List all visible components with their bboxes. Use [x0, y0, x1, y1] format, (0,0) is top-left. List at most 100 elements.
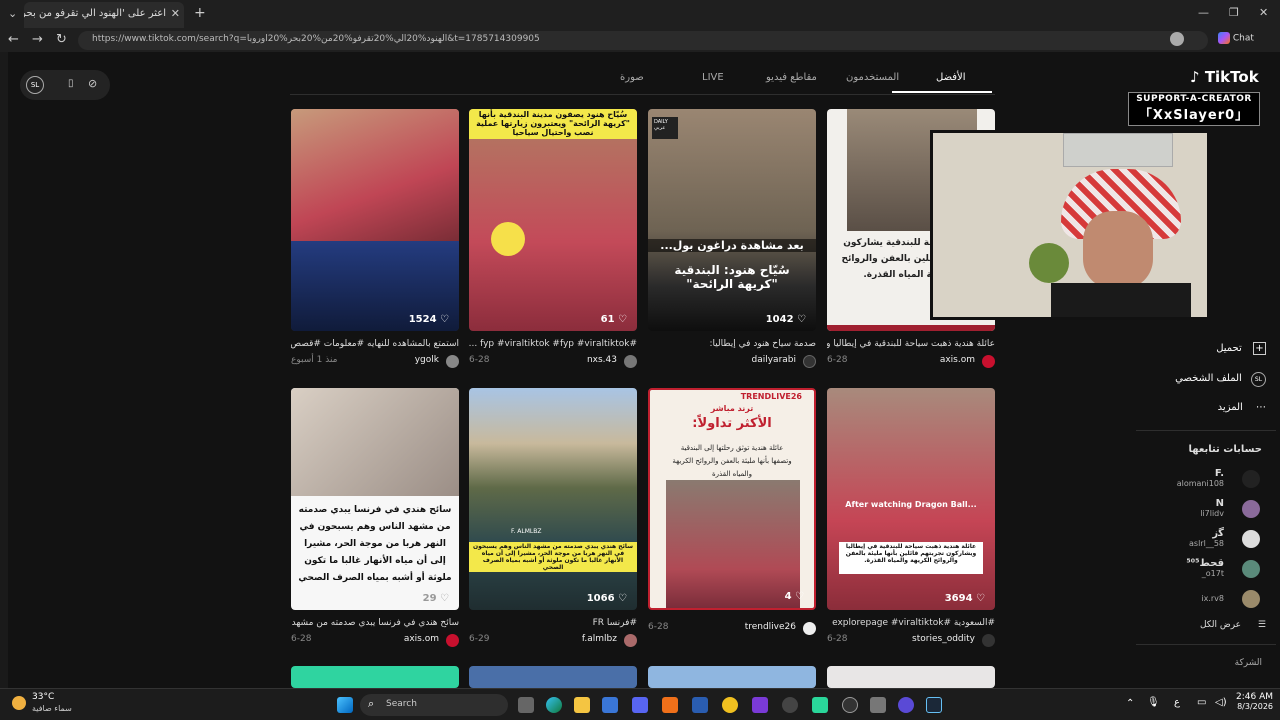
- tab-videos[interactable]: مقاطع فيديو: [766, 72, 817, 83]
- taskbar-search[interactable]: ⌕ Search: [360, 694, 508, 716]
- video-card[interactable]: F. ALMLBZ سائح هندي يبدي صدمته من مشهد ا…: [469, 388, 637, 610]
- phone-icon[interactable]: ▯: [68, 78, 74, 89]
- file-explorer-icon[interactable]: [574, 697, 590, 713]
- author-avatar[interactable]: [803, 622, 816, 635]
- app-icon-dark[interactable]: [782, 697, 798, 713]
- back-icon[interactable]: ←: [8, 32, 19, 47]
- tiktok-logo[interactable]: ♪ TikTok: [1190, 68, 1259, 86]
- webcam-plant: [1029, 243, 1069, 283]
- video-author[interactable]: trendlive26: [745, 622, 796, 632]
- video-card[interactable]: DAILY عربي بعد مشاهدة دراغون بول... سُيّ…: [648, 109, 816, 331]
- tray-chevron-icon[interactable]: ⌃: [1126, 698, 1134, 709]
- sidebar-item-more[interactable]: المزيد ⋯: [1218, 402, 1266, 413]
- followed-account[interactable]: N li7lidv: [1130, 498, 1280, 522]
- task-view-icon[interactable]: [518, 697, 534, 713]
- video-card[interactable]: [648, 666, 816, 688]
- settings-icon[interactable]: ⊘: [88, 77, 97, 90]
- floating-toolbar[interactable]: SL ▯ ⊘: [20, 70, 110, 100]
- sidebar: تحميل + الملف الشخصي SL المزيد ⋯ حسابات …: [1130, 322, 1280, 688]
- input-language[interactable]: ع: [1174, 697, 1180, 708]
- followed-account[interactable]: F. alomani108: [1130, 468, 1280, 492]
- tab-actions-icon[interactable]: ⌄: [8, 7, 17, 20]
- app-icon-blue[interactable]: [692, 697, 708, 713]
- account-name: N: [1215, 498, 1224, 509]
- discord-icon[interactable]: [632, 697, 648, 713]
- app-icon-green[interactable]: [812, 697, 828, 713]
- tab-close-icon[interactable]: ✕: [171, 7, 180, 20]
- author-avatar[interactable]: [446, 355, 459, 368]
- refresh-icon[interactable]: ↻: [56, 32, 67, 47]
- video-author[interactable]: axis.om: [404, 634, 439, 644]
- video-author[interactable]: axis.om: [940, 355, 975, 365]
- followed-account[interactable]: قحط⁵⁰⁵ _o17t: [1130, 558, 1280, 582]
- video-card[interactable]: 1524 ♡: [291, 109, 459, 331]
- author-avatar[interactable]: [982, 634, 995, 647]
- sidebar-item-upload[interactable]: تحميل +: [1216, 342, 1266, 355]
- copilot-button[interactable]: Chat: [1218, 32, 1254, 44]
- sidebar-item-profile[interactable]: الملف الشخصي SL: [1175, 372, 1266, 387]
- clock[interactable]: 2:46 AM 8/3/2026: [1233, 692, 1273, 711]
- search-icon: ⌕: [368, 697, 375, 710]
- video-caption[interactable]: صدمة سياح هنود في إيطاليا:: [648, 339, 816, 349]
- video-date: منذ 1 أسبوع: [291, 355, 338, 365]
- video-thumbnail: [291, 109, 459, 241]
- company-link[interactable]: الشركة: [1235, 658, 1262, 668]
- obs-icon[interactable]: [842, 697, 858, 713]
- followed-account[interactable]: ix.rv8: [1130, 588, 1280, 612]
- app-icon-orange[interactable]: [662, 697, 678, 713]
- forward-icon[interactable]: →: [32, 32, 43, 47]
- video-author[interactable]: f.almlbz: [582, 634, 617, 644]
- video-caption[interactable]: #السعودية #explorepage #viraltiktok: [827, 618, 995, 628]
- see-all-link[interactable]: عرض الكل ☰: [1200, 620, 1266, 630]
- app-icon-yellow[interactable]: [722, 697, 738, 713]
- author-avatar[interactable]: [982, 355, 995, 368]
- tab-photo[interactable]: صورة: [620, 72, 644, 83]
- author-avatar[interactable]: [803, 355, 816, 368]
- video-date: 6-29: [469, 634, 490, 644]
- app-icon-purple[interactable]: [752, 697, 768, 713]
- steam-icon[interactable]: [926, 697, 942, 713]
- tab-users[interactable]: المستخدمون: [846, 72, 899, 83]
- window-close-icon[interactable]: ✕: [1259, 6, 1268, 19]
- video-card[interactable]: After watching Dragon Ball... عائلة هندي…: [827, 388, 995, 610]
- settings-app-icon[interactable]: [870, 697, 886, 713]
- network-icon[interactable]: ▭: [1197, 697, 1206, 708]
- new-tab-icon[interactable]: +: [194, 5, 206, 21]
- author-avatar[interactable]: [624, 355, 637, 368]
- start-icon[interactable]: [337, 697, 353, 713]
- video-card[interactable]: سُيّاح هنود يصفون مدينة البندقية بأنها "…: [469, 109, 637, 331]
- video-author[interactable]: ygolk: [415, 355, 439, 365]
- edge-icon[interactable]: [546, 697, 562, 713]
- tab-live[interactable]: LIVE: [702, 72, 724, 83]
- video-caption[interactable]: #fyp #viraltiktok #fyp #viraltiktok ...: [469, 339, 637, 349]
- account-handle: li7lidv: [1200, 509, 1224, 518]
- profile-avatar[interactable]: [1170, 32, 1184, 46]
- author-avatar[interactable]: [624, 634, 637, 647]
- app-icon-circle[interactable]: [898, 697, 914, 713]
- address-input[interactable]: https://www.tiktok.com/search?q=الهنود%2…: [78, 31, 1208, 50]
- video-card[interactable]: [291, 666, 459, 688]
- video-caption[interactable]: عائلة هندية ذهبت سياحة للبندقية في إيطال…: [827, 339, 995, 349]
- microphone-icon[interactable]: 🎙: [1147, 697, 1160, 708]
- author-avatar[interactable]: [446, 634, 459, 647]
- minimize-icon[interactable]: —: [1198, 6, 1209, 19]
- video-card[interactable]: [469, 666, 637, 688]
- store-icon[interactable]: [602, 697, 618, 713]
- video-card[interactable]: TRENDLIVE26 ترند مباشر الأكثر تداولاً: ع…: [648, 388, 816, 610]
- browser-tab[interactable]: اعثر على 'الهنود الي تقرفو من بحر ا ✕: [24, 2, 184, 28]
- volume-icon[interactable]: ◁): [1215, 697, 1227, 708]
- video-author[interactable]: stories_oddity: [912, 634, 975, 644]
- video-card[interactable]: [827, 666, 995, 688]
- video-caption[interactable]: استمتع بالمشاهده للنهايه #معلومات #قصص_و…: [291, 339, 459, 349]
- video-author[interactable]: dailyarabi: [752, 355, 797, 365]
- sl-logo-icon[interactable]: SL: [26, 76, 44, 94]
- video-author[interactable]: nxs.43: [587, 355, 617, 365]
- restore-icon[interactable]: ❐: [1229, 6, 1239, 19]
- video-caption[interactable]: سائح هندي في فرنسا يبدي صدمته من مشهد ال…: [291, 618, 459, 628]
- tab-top[interactable]: الأفضل: [936, 72, 966, 83]
- video-caption[interactable]: #فرنسا FR: [469, 618, 637, 628]
- account-handle: _o17t: [1201, 569, 1224, 578]
- account-avatar: [1242, 530, 1260, 548]
- video-card[interactable]: سائح هندي في فرنسا يبدي صدمته من مشهد ال…: [291, 388, 459, 610]
- followed-account[interactable]: ﮔز aslrl__58: [1130, 528, 1280, 552]
